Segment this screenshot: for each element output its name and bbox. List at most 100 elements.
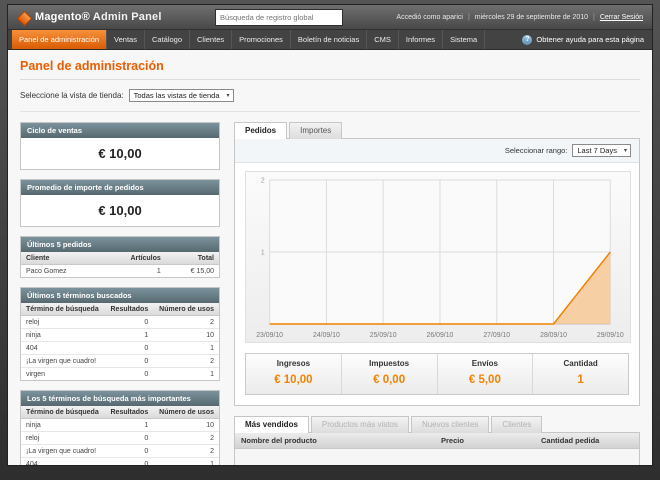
column-header: Número de usos bbox=[153, 406, 219, 419]
card-lifetime-sales: Ciclo de ventas € 10,00 bbox=[20, 122, 220, 170]
tab-nuevos-clientes[interactable]: Nuevos clientes bbox=[410, 416, 490, 433]
store-view-value: Todas las vistas de tienda bbox=[133, 91, 220, 100]
browser-frame: Magento® Admin Panel Accedió como aparic… bbox=[0, 0, 660, 480]
cell: 2 bbox=[153, 444, 219, 458]
divider: | bbox=[467, 13, 470, 21]
column-header: Precio bbox=[441, 436, 464, 445]
brand-text: Magento® bbox=[35, 11, 90, 23]
table-row: 404 0 1 bbox=[21, 341, 219, 355]
top-search-terms-table: Término de búsqueda Resultados Número de u… bbox=[21, 406, 219, 465]
stat-ingresos: Ingresos € 10,00 bbox=[246, 354, 341, 394]
cell: 0 bbox=[104, 431, 154, 445]
orders-chart: 1 2 23/09/10 24/09/10 25/09/10 26/09/10 27/09/… bbox=[245, 171, 631, 343]
global-search-input[interactable] bbox=[215, 8, 344, 26]
card-title: Últimos 5 pedidos bbox=[21, 237, 219, 252]
column-header: Resultados bbox=[104, 303, 154, 316]
cell: 10 bbox=[153, 418, 219, 432]
cell: ¡La virgen que cuadro! bbox=[21, 354, 105, 368]
logout-link[interactable]: Cerrar Sesión bbox=[600, 14, 643, 21]
svg-text:25/09/10: 25/09/10 bbox=[370, 332, 397, 339]
svg-text:29/09/10: 29/09/10 bbox=[597, 332, 624, 339]
cell: 1 bbox=[104, 418, 154, 432]
cell: 2 bbox=[153, 431, 219, 445]
magento-diamond-icon bbox=[16, 10, 33, 26]
header-bar: Magento® Admin Panel Accedió como aparic… bbox=[8, 5, 652, 30]
range-select[interactable]: Last 7 Days ▾ bbox=[572, 144, 631, 157]
nav-item-promociones[interactable]: Promociones bbox=[232, 30, 291, 49]
cell: 10 bbox=[153, 328, 219, 342]
diagram-tabs: Pedidos Importes bbox=[234, 122, 640, 139]
column-header: Total bbox=[165, 252, 219, 265]
store-view-label: Seleccione la vista de tienda: bbox=[20, 91, 124, 100]
cell: 0 bbox=[104, 315, 154, 329]
cell: 404 bbox=[21, 341, 105, 355]
nav-item-sistema[interactable]: Sistema bbox=[443, 30, 486, 49]
products-panel: Nombre del producto Precio Cantidad pedida… bbox=[234, 432, 640, 465]
svg-text:26/09/10: 26/09/10 bbox=[427, 332, 454, 339]
cell: Paco Gomez bbox=[26, 267, 67, 275]
stat-label: Envíos bbox=[471, 359, 498, 368]
table-row: Paco Gomez 1 € 15,00 bbox=[21, 265, 219, 278]
card-last-orders: Últimos 5 pedidos Cliente Artículos Total P… bbox=[20, 236, 220, 278]
stat-impuestos: Impuestos € 0,00 bbox=[340, 354, 437, 394]
cell: 1 bbox=[153, 457, 219, 465]
svg-text:23/09/10: 23/09/10 bbox=[256, 332, 283, 339]
tab-mas-vendidos[interactable]: Más vendidos bbox=[234, 416, 309, 433]
column-header: Número de usos bbox=[153, 303, 219, 316]
nav-item-catalogo[interactable]: Catálogo bbox=[145, 30, 191, 49]
cell: 0 bbox=[144, 370, 149, 378]
table-row: reloj 0 2 bbox=[21, 431, 219, 445]
admin-window: Magento® Admin Panel Accedió como aparic… bbox=[7, 4, 653, 466]
stat-value: € 10,00 bbox=[274, 374, 313, 386]
tab-productos-mas-vistos[interactable]: Productos más vistos bbox=[310, 416, 409, 433]
svg-text:1: 1 bbox=[261, 249, 265, 256]
range-row: Seleccionar rango: Last 7 Days ▾ bbox=[235, 139, 639, 163]
svg-text:24/09/10: 24/09/10 bbox=[313, 332, 340, 339]
lifetime-sales-value: € 10,00 bbox=[98, 146, 142, 161]
nav-item-panel-de-administracion[interactable]: Panel de administración bbox=[12, 30, 108, 49]
nav-item-ventas[interactable]: Ventas bbox=[107, 30, 145, 49]
column-header: Término de búsqueda bbox=[21, 406, 105, 419]
column-header: Nombre del producto bbox=[241, 436, 317, 445]
tab-clientes[interactable]: Clientes bbox=[491, 416, 543, 433]
store-view-select[interactable]: Todas las vistas de tienda ▾ bbox=[128, 89, 234, 102]
stat-value: € 0,00 bbox=[373, 374, 406, 386]
card-title: Los 5 términos de búsqueda más important… bbox=[21, 391, 219, 406]
table-header-row: Cliente Artículos Total bbox=[21, 252, 219, 265]
header-user-info: Accedió como aparici | miércoles 29 de s… bbox=[396, 14, 643, 21]
last-search-terms-table: Término de búsqueda Resultados Número de u… bbox=[21, 303, 219, 380]
range-value: Last 7 Days bbox=[577, 146, 617, 155]
stats-row: Ingresos € 10,00 Impuestos € 0,00 Envíos € 5,… bbox=[245, 353, 629, 395]
nav-item-cms[interactable]: CMS bbox=[367, 30, 399, 49]
table-row: ninja 1 10 bbox=[21, 418, 219, 432]
tab-importes[interactable]: Importes bbox=[289, 122, 343, 139]
table-row: 404 0 1 bbox=[21, 457, 219, 465]
cell: 1 bbox=[156, 267, 161, 275]
stat-label: Cantidad bbox=[563, 359, 598, 368]
header-date: miércoles 29 de septiembre de 2010 bbox=[474, 13, 588, 21]
cell: virgen bbox=[26, 370, 46, 378]
stat-cantidad: Cantidad 1 bbox=[532, 354, 628, 394]
cell: 0 bbox=[104, 341, 154, 355]
column-header: Cantidad pedida bbox=[541, 436, 600, 445]
cell: 1 bbox=[104, 328, 154, 342]
stat-label: Ingresos bbox=[276, 359, 311, 368]
page-title: Panel de administración bbox=[20, 59, 164, 73]
nav-item-clientes[interactable]: Clientes bbox=[190, 30, 233, 49]
nav-item-informes[interactable]: Informes bbox=[399, 30, 444, 49]
card-title: Últimos 5 términos buscados bbox=[21, 288, 219, 303]
nav-item-boletin-de-noticias[interactable]: Boletín de noticias bbox=[291, 30, 368, 49]
help-link[interactable]: ? Obtener ayuda para esta página bbox=[518, 30, 648, 49]
bottom-tabs: Más vendidos Productos más vistos Nuevos c… bbox=[234, 416, 640, 433]
chart-area: 1 2 23/09/10 24/09/10 25/09/10 26/09/10 27/09/… bbox=[235, 163, 639, 345]
help-icon: ? bbox=[522, 34, 533, 45]
store-view-row: Seleccione la vista de tienda: Todas las… bbox=[20, 89, 640, 112]
card-average-orders: Promedio de importe de pedidos € 10,00 bbox=[20, 179, 220, 227]
cell: 0 bbox=[104, 354, 154, 368]
chevron-down-icon: ▾ bbox=[623, 148, 627, 154]
table-row: ¡La virgen que cuadro! 0 2 bbox=[21, 354, 219, 368]
stat-label: Impuestos bbox=[369, 359, 410, 368]
column-header: Resultados bbox=[104, 406, 154, 419]
last-orders-table: Cliente Artículos Total Paco Gomez 1 € 15,00 bbox=[21, 252, 219, 277]
tab-pedidos[interactable]: Pedidos bbox=[234, 122, 288, 139]
